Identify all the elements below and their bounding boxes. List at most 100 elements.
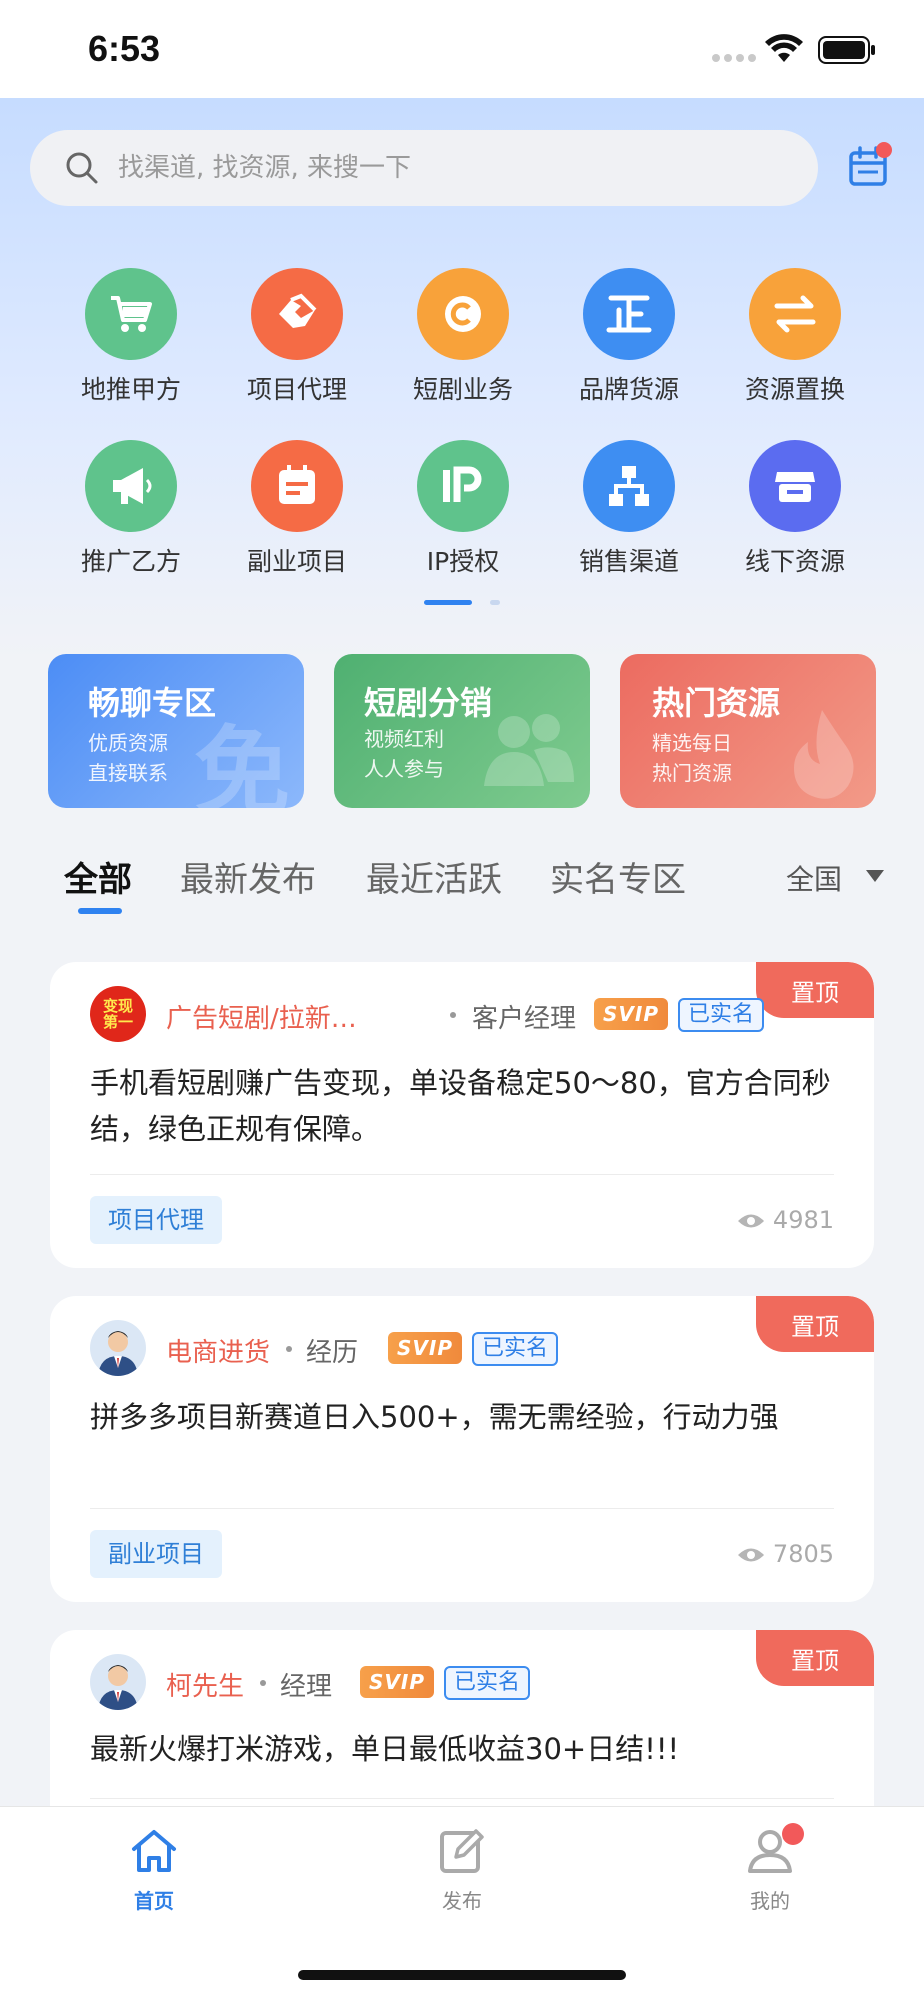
category-ip-shou-quan[interactable]: IP授权 xyxy=(388,440,538,580)
author-name[interactable]: 柯先生 xyxy=(166,1666,244,1703)
avatar[interactable] xyxy=(90,1654,146,1710)
category-label: 地推甲方 xyxy=(80,375,181,404)
wifi-icon xyxy=(765,34,803,62)
category-label: 项目代理 xyxy=(246,375,347,404)
tab-verified[interactable]: 实名专区 xyxy=(550,852,686,901)
category-label: 销售渠道 xyxy=(578,547,679,576)
avatar[interactable]: 变现 第一 xyxy=(90,986,146,1042)
promo-title: 短剧分销 xyxy=(364,684,493,722)
category-label: 副业项目 xyxy=(246,547,347,576)
category-xiang-mu-dai-li[interactable]: 项目代理 xyxy=(222,268,372,408)
category-di-tui-jia-fang[interactable]: 地推甲方 xyxy=(56,268,206,408)
nav-label: 首页 xyxy=(134,1889,174,1913)
category-xian-xia-zi-yuan[interactable]: 线下资源 xyxy=(720,440,870,580)
promo-title: 热门资源 xyxy=(652,684,781,722)
verified-badge: 已实名 xyxy=(444,1666,531,1700)
category-fu-ye-xiang-mu[interactable]: 副业项目 xyxy=(222,440,372,580)
author-role: 经理 xyxy=(280,1672,333,1702)
org-chart-icon xyxy=(583,440,675,532)
handshake-icon xyxy=(251,268,343,360)
copyright-icon xyxy=(417,268,509,360)
promo-line: 精选每日 xyxy=(652,731,732,755)
caret-down-icon[interactable] xyxy=(866,870,884,882)
post-content: 拼多多项目新赛道日入500+，需无需经验，行动力强 xyxy=(90,1400,779,1434)
post-content: 手机看短剧赚广告变现，单设备稳定50～80，官方合同秒结，绿色正规有保障。 xyxy=(90,1066,831,1146)
avatar-text: 第一 xyxy=(102,1013,133,1031)
divider xyxy=(90,1508,834,1509)
category-tag[interactable]: 项目代理 xyxy=(90,1196,222,1244)
category-zi-yuan-zhi-huan[interactable]: 资源置换 xyxy=(720,268,870,408)
swap-icon xyxy=(749,268,841,360)
promo-title: 畅聊专区 xyxy=(88,684,217,722)
category-tag[interactable]: 副业项目 xyxy=(90,1530,222,1578)
category-tui-guang-yi-fang[interactable]: 推广乙方 xyxy=(56,440,206,580)
edit-icon xyxy=(440,1829,484,1873)
search-bar[interactable] xyxy=(30,130,818,206)
search-input[interactable] xyxy=(118,130,768,206)
view-count: 4981 xyxy=(737,1206,834,1234)
verified-badge: 已实名 xyxy=(472,1332,559,1366)
category-xiao-shou-qu-dao[interactable]: 销售渠道 xyxy=(554,440,704,580)
separator-dot xyxy=(286,1346,292,1352)
nav-label: 发布 xyxy=(442,1889,482,1913)
promo-line: 优质资源 xyxy=(88,731,168,755)
tab-all[interactable]: 全部 xyxy=(64,852,132,901)
author-role: 客户经理 xyxy=(472,1004,577,1034)
divider xyxy=(90,1174,834,1175)
view-count: 7805 xyxy=(737,1540,834,1568)
tab-latest[interactable]: 最新发布 xyxy=(180,852,316,901)
category-label: IP授权 xyxy=(426,547,500,576)
status-time: 6:53 xyxy=(88,28,161,69)
tab-indicator xyxy=(78,908,122,914)
category-label: 推广乙方 xyxy=(80,547,181,576)
post-content: 最新火爆打米游戏，单日最低收益30+日结!!! xyxy=(90,1732,680,1766)
promo-line: 视频红利 xyxy=(364,727,444,751)
view-count-value: 4981 xyxy=(772,1206,834,1234)
promo-line: 人人参与 xyxy=(364,757,444,781)
avatar[interactable] xyxy=(90,1320,146,1376)
eye-icon xyxy=(737,1214,764,1228)
region-select[interactable]: 全国 xyxy=(786,858,842,898)
notification-dot xyxy=(782,1823,804,1845)
promo-hot-resources[interactable]: 热门资源 精选每日 热门资源 xyxy=(620,654,876,808)
card-header: 电商进货 经历 SVIP 已实名 xyxy=(90,1320,810,1376)
promo-chat-zone[interactable]: 免 畅聊专区 优质资源 直接联系 xyxy=(48,654,304,808)
nav-me[interactable]: 我的 xyxy=(710,1817,830,1914)
page-dot xyxy=(490,600,500,605)
svip-badge: SVIP xyxy=(360,1666,434,1698)
nav-home[interactable]: 首页 xyxy=(94,1817,214,1914)
author-name[interactable]: 电商进货 xyxy=(166,1332,270,1369)
author-name[interactable]: 广告短剧/拉新… xyxy=(166,998,357,1035)
category-label: 线下资源 xyxy=(744,547,845,576)
feed-card[interactable]: 置顶 变现 第一 广告短剧/拉新… 客户经理 SVIP 已实名 手机看短剧赚广告… xyxy=(50,962,874,1268)
nav-publish[interactable]: 发布 xyxy=(402,1817,522,1914)
tab-recent-active[interactable]: 最近活跃 xyxy=(366,852,502,901)
category-pin-pai-huo-yuan[interactable]: 品牌货源 xyxy=(554,268,704,408)
category-duan-ju-ye-wu[interactable]: 短剧业务 xyxy=(388,268,538,408)
megaphone-icon xyxy=(85,440,177,532)
page-dot-active xyxy=(424,600,472,605)
eye-icon xyxy=(737,1548,764,1562)
promo-line: 热门资源 xyxy=(652,761,732,785)
notification-dot xyxy=(876,142,892,158)
store-icon xyxy=(749,440,841,532)
card-header: 柯先生 经理 SVIP 已实名 xyxy=(90,1654,810,1710)
search-icon xyxy=(66,152,98,184)
battery-icon xyxy=(818,36,875,64)
category-label: 短剧业务 xyxy=(412,375,513,404)
svip-badge: SVIP xyxy=(388,1332,462,1364)
promo-drama-distribution[interactable]: 短剧分销 视频红利 人人参与 xyxy=(334,654,590,808)
view-count-value: 7805 xyxy=(772,1540,834,1568)
feed-card[interactable]: 置顶 电商进货 经历 SVIP 已实名 拼多多项目新赛道日入500+，需无需经验… xyxy=(50,1296,874,1602)
svip-badge: SVIP xyxy=(594,998,668,1030)
businessman-avatar-icon xyxy=(98,1331,138,1376)
verified-badge: 已实名 xyxy=(678,998,765,1032)
people-icon xyxy=(484,714,574,786)
calendar-icon xyxy=(251,440,343,532)
home-icon xyxy=(132,1830,176,1872)
divider xyxy=(90,1798,834,1799)
businessman-avatar-icon xyxy=(98,1665,138,1710)
cart-icon xyxy=(85,268,177,360)
cellular-signal-icon xyxy=(712,54,756,62)
nav-label: 我的 xyxy=(750,1889,790,1913)
